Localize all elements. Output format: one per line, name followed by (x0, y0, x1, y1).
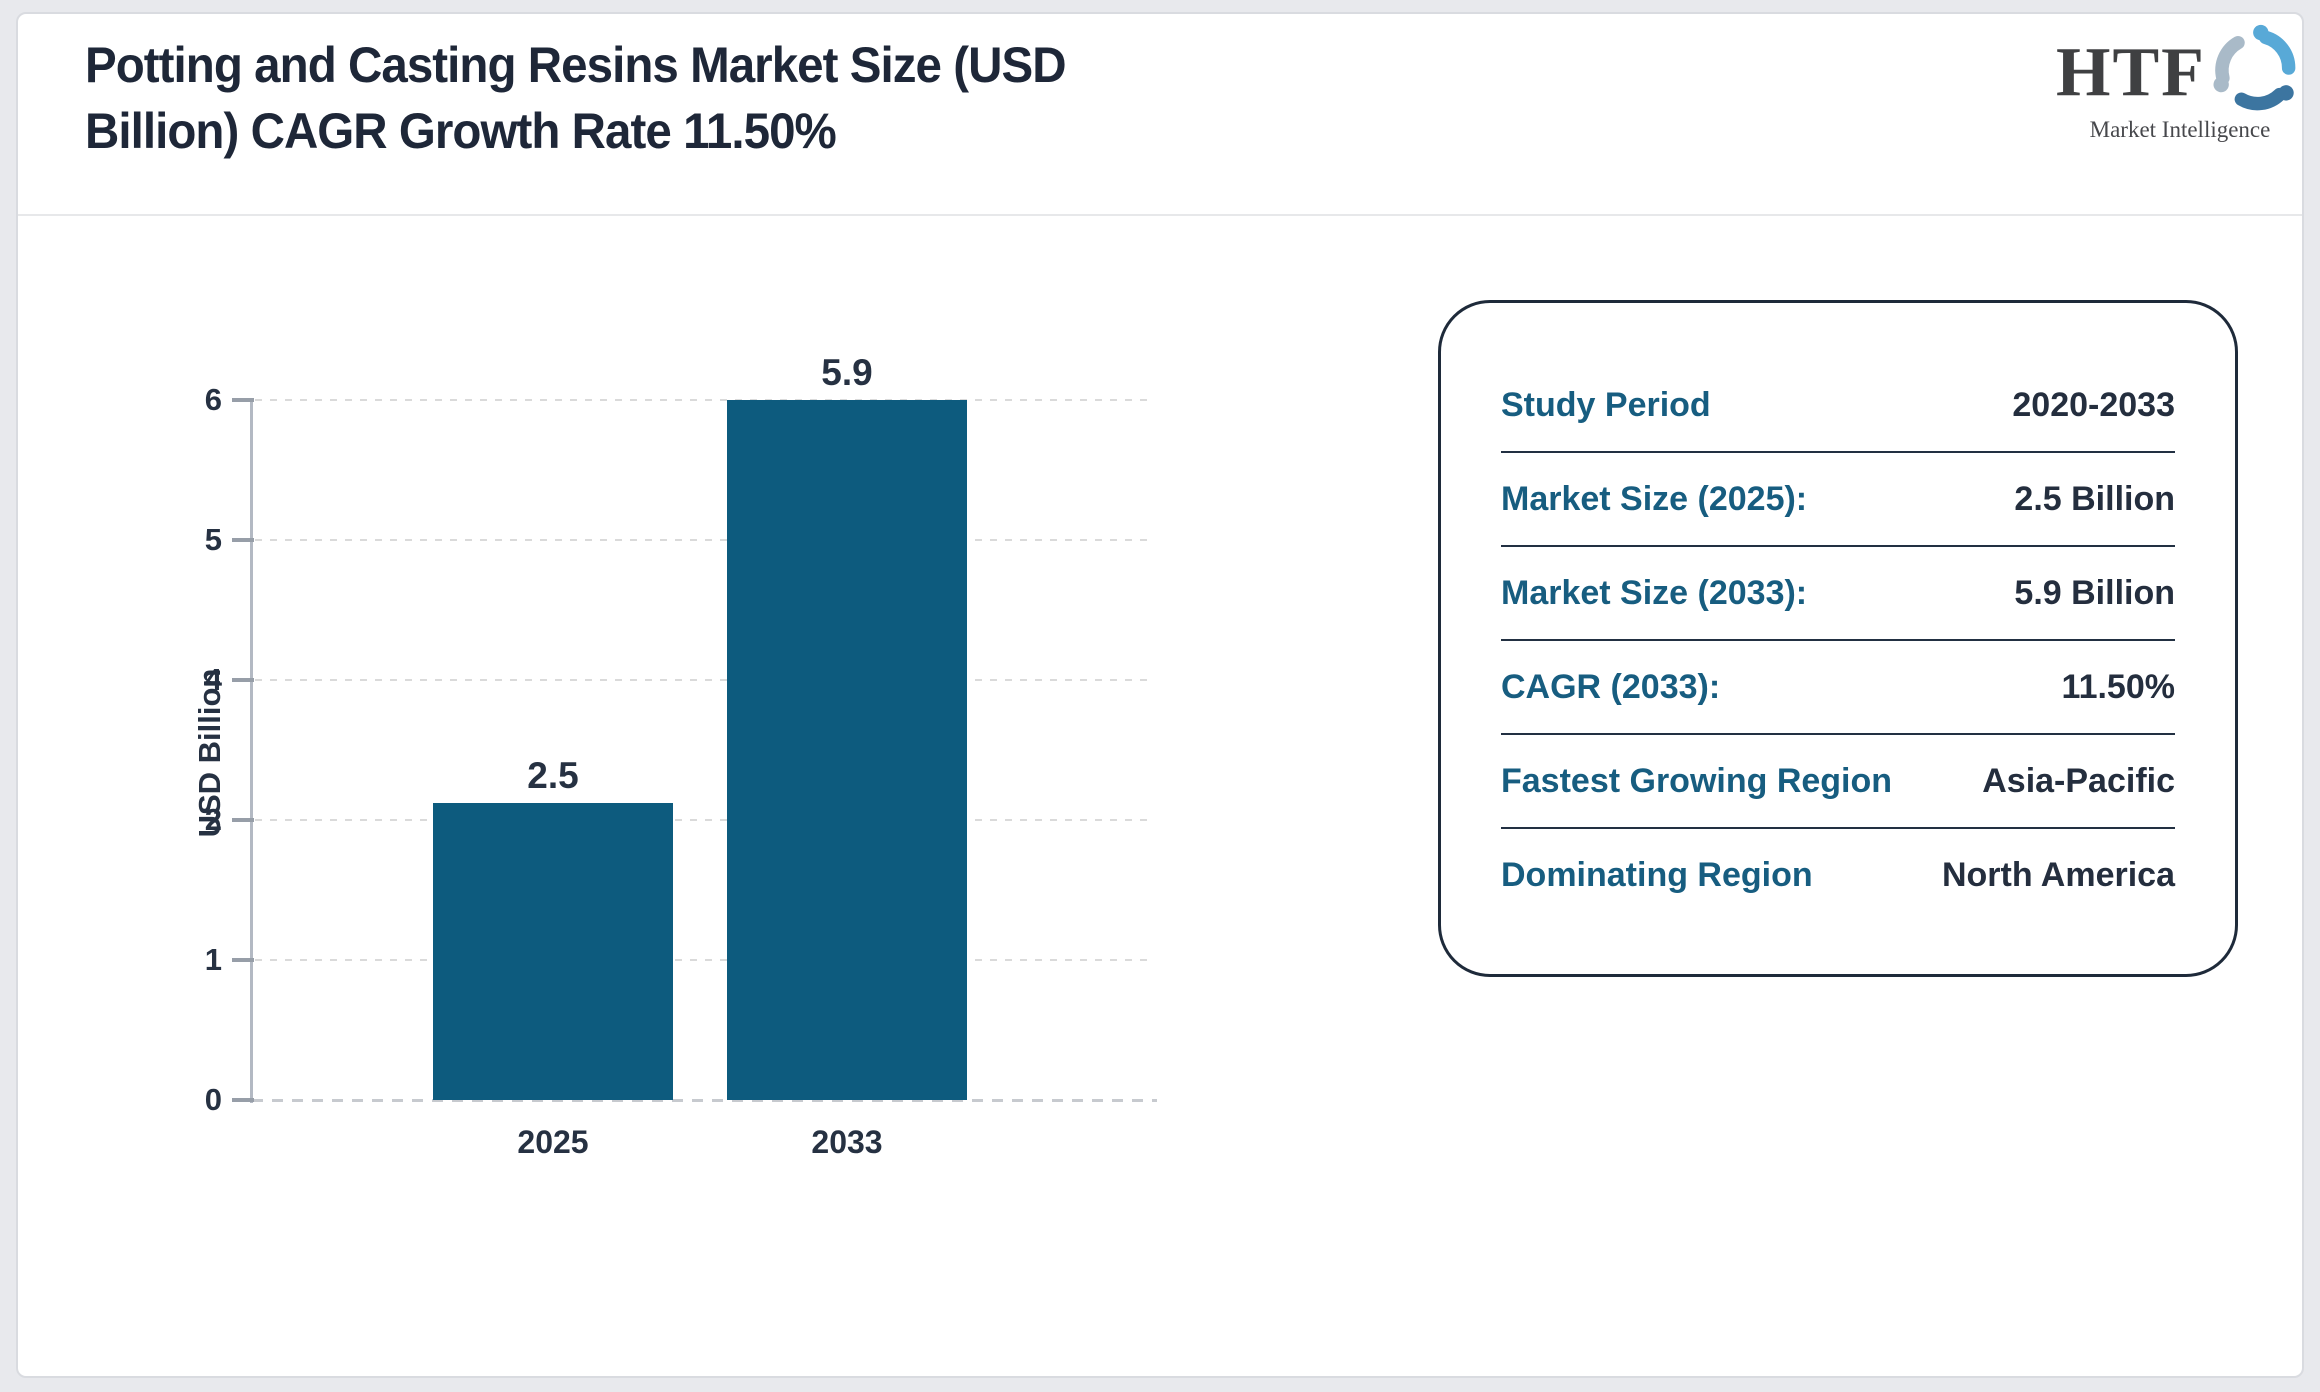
x-tick-label-2025: 2025 (433, 1124, 673, 1161)
summary-row-value: Asia-Pacific (1982, 762, 2175, 801)
y-tick-mark (232, 958, 254, 962)
y-axis-title: USD Billion (192, 603, 228, 903)
infographic-page: Potting and Casting Resins Market Size (… (0, 0, 2320, 1392)
gridline (255, 819, 1155, 821)
y-tick-mark (232, 398, 254, 402)
summary-row-label: Market Size (2033): (1501, 574, 1807, 613)
summary-panel: Study Period 2020-2033 Market Size (2025… (1438, 300, 2238, 977)
summary-row-dominating-region: Dominating Region North America (1501, 829, 2175, 921)
x-tick-label-2033: 2033 (727, 1124, 967, 1161)
htf-logo: HTF Market Inte (2040, 22, 2320, 143)
bar-value-label-2025: 2.5 (433, 755, 673, 797)
summary-row-value: 2.5 Billion (2014, 480, 2175, 519)
y-axis-line (250, 398, 253, 1103)
gridline (255, 679, 1155, 681)
gridline (255, 399, 1155, 401)
y-tick-label: 2 (140, 800, 222, 840)
y-tick-label: 6 (140, 380, 222, 420)
gridline (255, 959, 1155, 961)
people-swirl-icon (2208, 22, 2304, 123)
header-divider (18, 214, 2302, 216)
y-tick-mark (232, 538, 254, 542)
summary-row-value: 5.9 Billion (2014, 574, 2175, 613)
summary-row-market-size-2033: Market Size (2033): 5.9 Billion (1501, 547, 2175, 641)
summary-row-market-size-2025: Market Size (2025): 2.5 Billion (1501, 453, 2175, 547)
y-tick-label: 0 (140, 1080, 222, 1120)
y-tick-mark (232, 818, 254, 822)
y-tick-label: 4 (140, 660, 222, 700)
page-title: Potting and Casting Resins Market Size (… (85, 32, 1066, 164)
summary-row-value: North America (1942, 856, 2175, 895)
summary-row-label: Fastest Growing Region (1501, 762, 1892, 801)
htf-logo-text: HTF (2056, 30, 2206, 116)
summary-row-value: 2020-2033 (2012, 386, 2175, 425)
y-tick-label: 1 (140, 940, 222, 980)
summary-row-label: Market Size (2025): (1501, 480, 1807, 519)
y-tick-mark (232, 1098, 254, 1102)
summary-row-fastest-growing-region: Fastest Growing Region Asia-Pacific (1501, 735, 2175, 829)
summary-row-cagr: CAGR (2033): 11.50% (1501, 641, 2175, 735)
x-axis-baseline (252, 1099, 1157, 1102)
page-title-line2: Billion) CAGR Growth Rate 11.50% (85, 98, 1066, 164)
summary-row-value: 11.50% (2062, 668, 2175, 707)
summary-row-label: Dominating Region (1501, 856, 1813, 895)
summary-row-study-period: Study Period 2020-2033 (1501, 359, 2175, 453)
gridline (255, 539, 1155, 541)
y-tick-mark (232, 678, 254, 682)
summary-row-label: Study Period (1501, 386, 1711, 425)
summary-row-label: CAGR (2033): (1501, 668, 1720, 707)
y-tick-label: 5 (140, 520, 222, 560)
bar-value-label-2033: 5.9 (727, 352, 967, 394)
page-title-line1: Potting and Casting Resins Market Size (… (85, 32, 1066, 98)
